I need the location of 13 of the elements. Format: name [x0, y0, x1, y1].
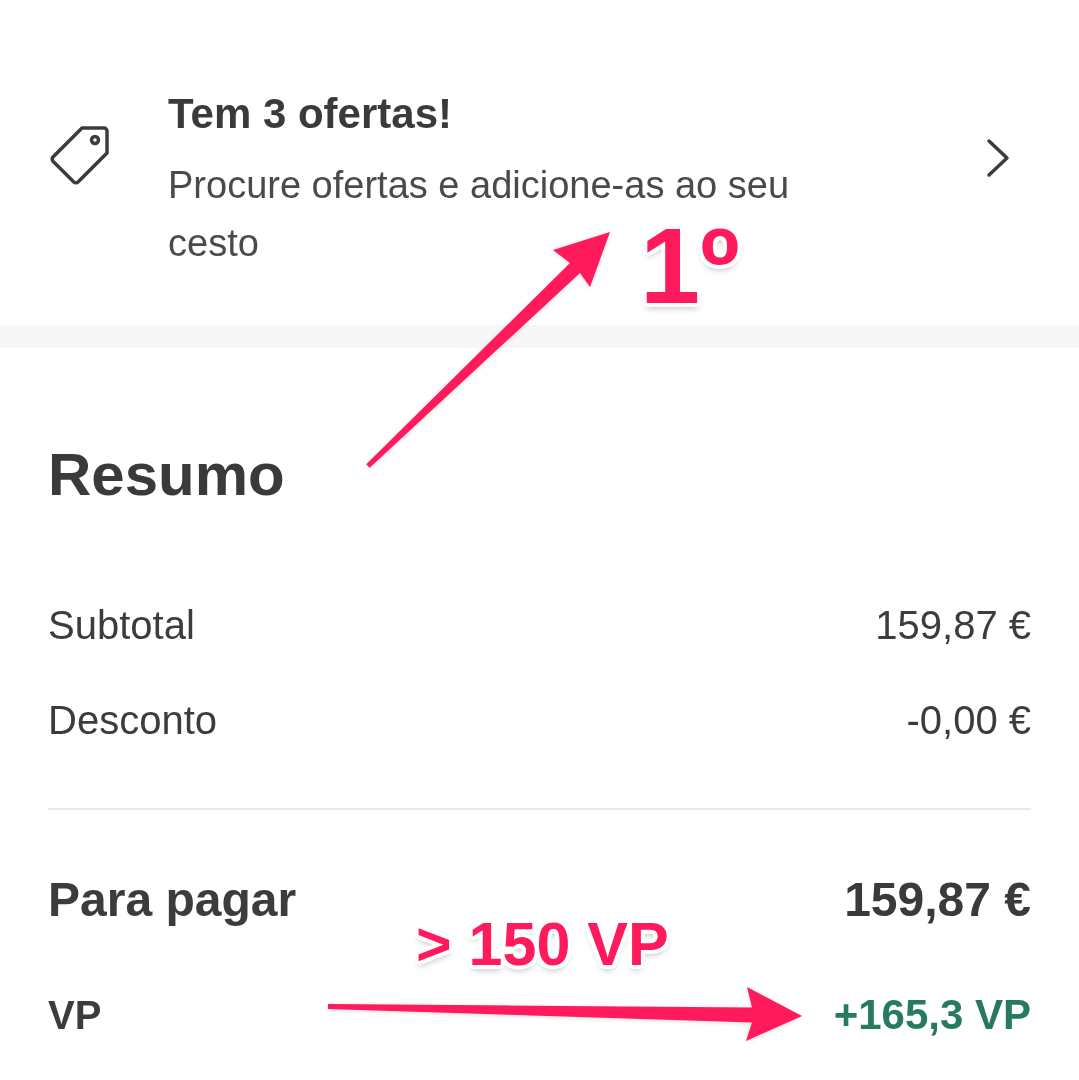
summary-value: -0,00 € — [906, 697, 1031, 744]
annotation-label: > 150 VP — [416, 914, 669, 975]
summary-label: Para pagar — [48, 872, 297, 928]
summary-label: VP — [48, 992, 102, 1039]
summary-value: +165,3 VP — [833, 990, 1031, 1040]
summary-value: 159,87 € — [875, 602, 1031, 649]
offers-title: Tem 3 ofertas! — [168, 89, 453, 139]
chevron-right-icon[interactable] — [986, 138, 1010, 178]
summary-label: Desconto — [48, 697, 217, 744]
summary-value: 159,87 € — [844, 872, 1031, 928]
section-title: Resumo — [48, 440, 286, 510]
tag-icon — [48, 125, 110, 187]
summary-label: Subtotal — [48, 602, 195, 649]
